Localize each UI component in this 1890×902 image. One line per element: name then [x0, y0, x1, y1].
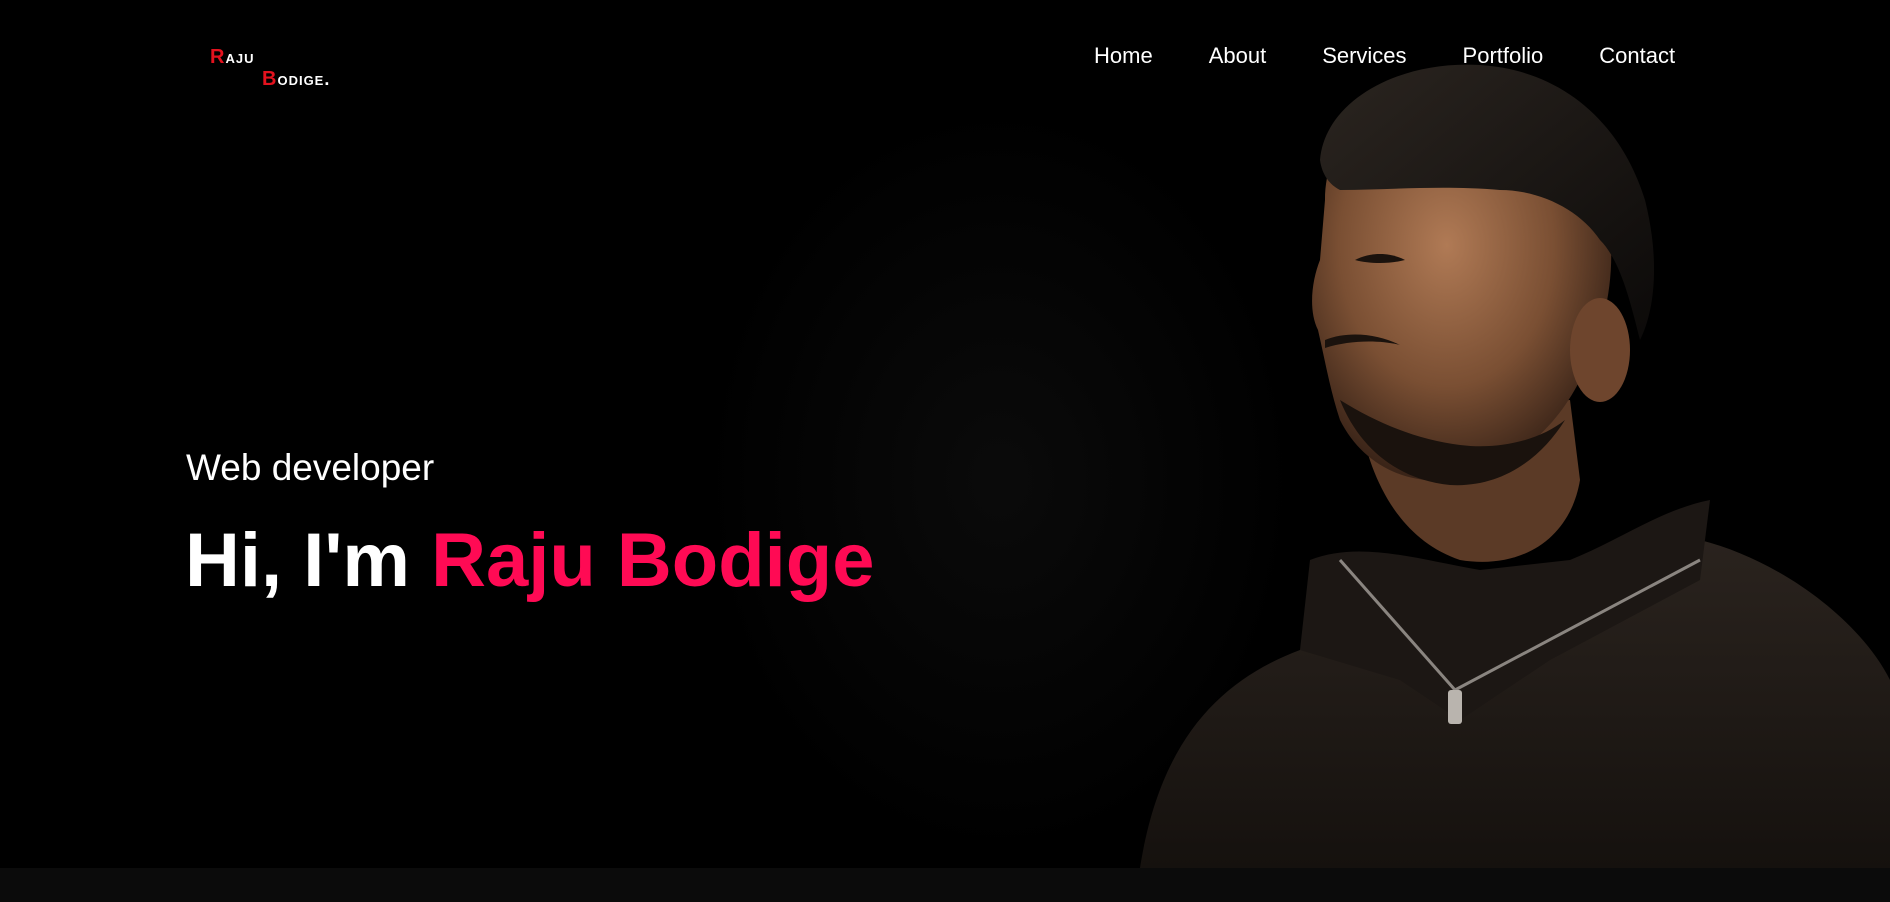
page: Raju Bodige. Home About Services Portfol…	[0, 0, 1890, 902]
site-logo[interactable]: Raju Bodige.	[210, 46, 370, 92]
hero-headline: Hi, I'm Raju Bodige	[185, 516, 874, 606]
hero-name: Raju Bodige	[431, 518, 875, 603]
hero-subtitle: Web developer	[186, 447, 435, 488]
hero-greeting: Hi, I'm	[185, 518, 432, 603]
zipper-pull	[1448, 690, 1462, 724]
ear-shape	[1570, 298, 1630, 402]
hero-section: Raju Bodige. Home About Services Portfol…	[0, 0, 1890, 868]
person-portrait	[1140, 64, 1890, 868]
footer-strip	[0, 868, 1890, 902]
logo-line-2: Bodige.	[262, 68, 331, 90]
logo-cap-r: R	[210, 46, 226, 68]
logo-rest-1: aju	[225, 47, 255, 67]
logo-cap-b: B	[262, 68, 278, 90]
logo-rest-2: odige.	[277, 69, 331, 89]
logo-line-1: Raju	[210, 46, 255, 68]
